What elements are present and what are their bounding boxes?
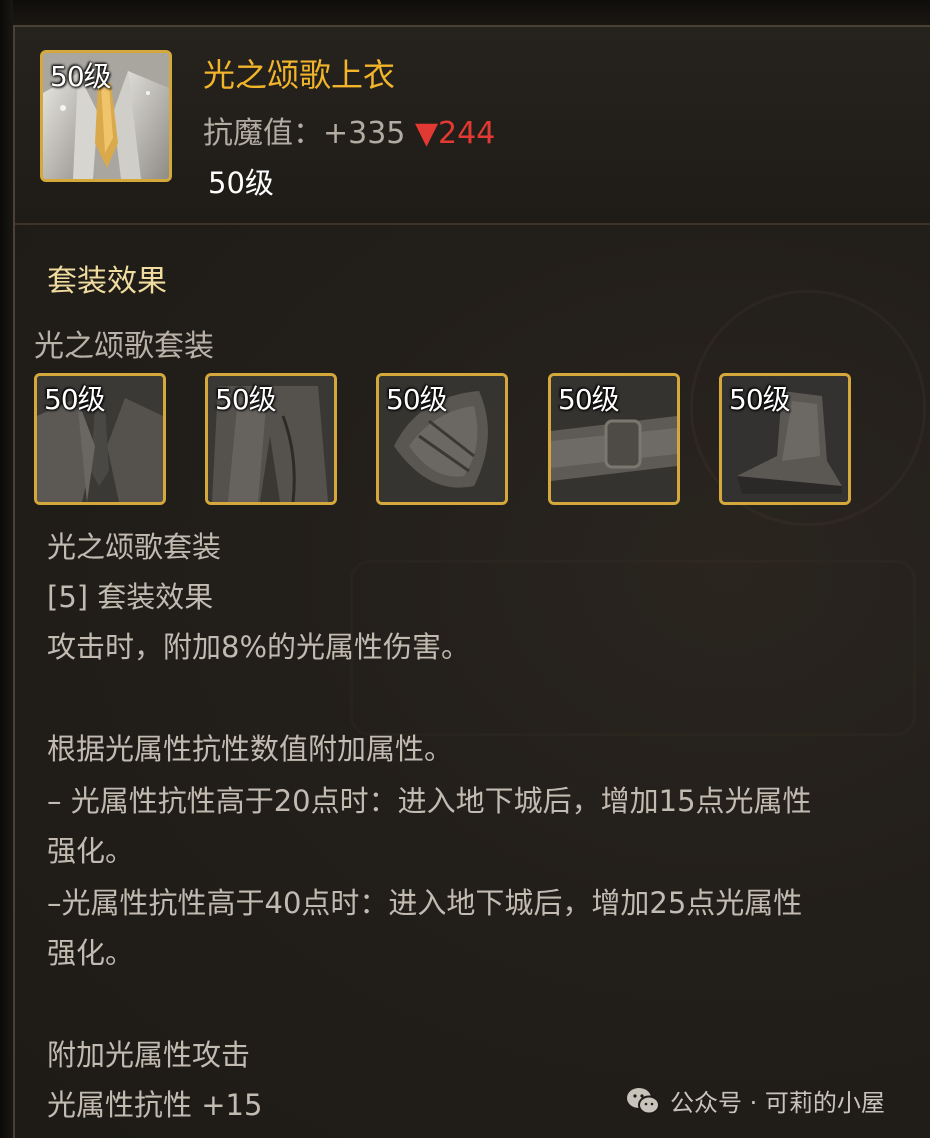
- set-effect-title: 套装效果: [47, 264, 167, 299]
- set-piece-level: 50级: [215, 383, 277, 416]
- magic-defense-stat: 抗魔值：+335 ▼244: [203, 108, 495, 152]
- shoulder-icon[interactable]: 50级: [376, 373, 508, 505]
- effect-line: – 光属性抗性高于20点时：进入地下城后，增加15点光属性: [47, 784, 812, 818]
- jacket-icon[interactable]: 50级: [34, 373, 166, 505]
- outer-border-left: [0, 0, 13, 1138]
- item-name: 光之颂歌上衣: [203, 56, 396, 94]
- effect-line: 附加光属性攻击: [47, 1038, 251, 1072]
- item-level: 50级: [208, 166, 274, 200]
- effect-line: 攻击时，附加8%的光属性伤害。: [47, 630, 471, 664]
- effect-line: 光属性抗性 +15: [47, 1088, 263, 1122]
- wechat-icon: [627, 1087, 660, 1114]
- stat-label: 抗魔值：: [203, 116, 323, 151]
- effect-set-count: [5] 套装效果: [47, 580, 214, 614]
- stat-diff: ▼244: [414, 116, 496, 151]
- set-piece-level: 50级: [558, 383, 620, 416]
- item-icon-level: 50级: [50, 60, 112, 93]
- item-tooltip: 50级 光之颂歌上衣 抗魔值：+335 ▼244 50级 套装效果 光之颂歌套装…: [0, 0, 930, 1138]
- jacket-icon[interactable]: 50级: [40, 50, 172, 182]
- watermark-text: 公众号 · 可莉的小屋: [670, 1089, 885, 1117]
- set-name: 光之颂歌套装: [34, 329, 214, 364]
- pants-icon[interactable]: 50级: [205, 373, 337, 505]
- set-piece-level: 50级: [729, 383, 791, 416]
- effect-line: –光属性抗性高于40点时：进入地下城后，增加25点光属性: [47, 886, 803, 920]
- effect-line: 强化。: [47, 834, 135, 868]
- set-piece-level: 50级: [386, 383, 448, 416]
- set-piece-level: 50级: [44, 383, 106, 416]
- stat-value: +335: [323, 116, 406, 151]
- outer-border-top: [0, 0, 930, 26]
- watermark: 公众号 · 可莉的小屋: [626, 1083, 885, 1118]
- shoes-icon[interactable]: 50级: [719, 373, 851, 505]
- belt-icon[interactable]: 50级: [548, 373, 680, 505]
- effect-line: 强化。: [47, 936, 135, 970]
- effect-set-name: 光之颂歌套装: [47, 530, 222, 564]
- effect-line: 根据光属性抗性数值附加属性。: [47, 732, 454, 766]
